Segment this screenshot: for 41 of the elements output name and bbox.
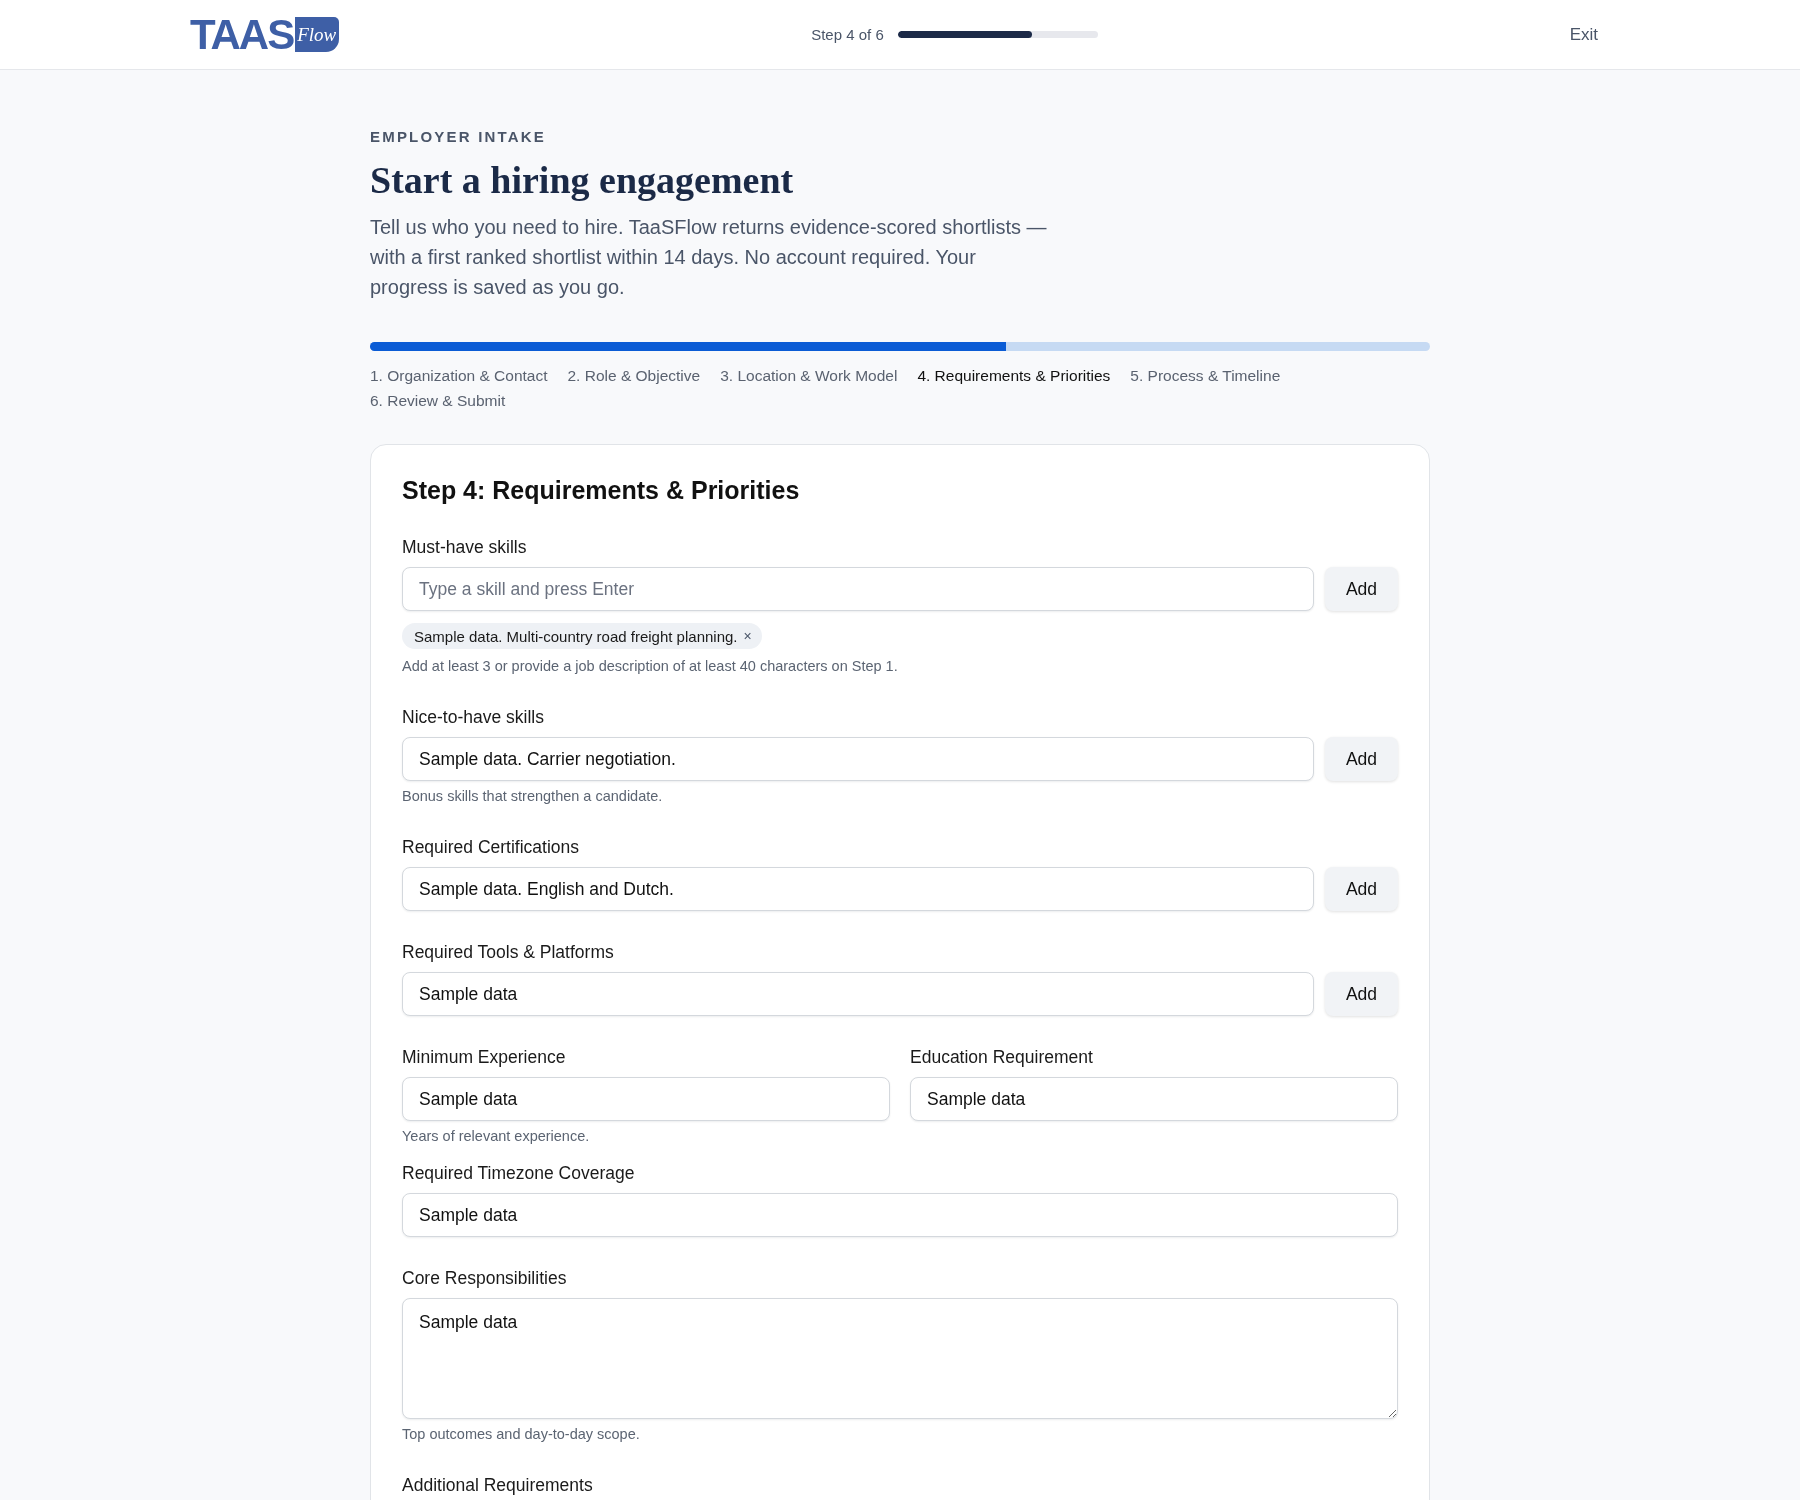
step-link[interactable]: 5. Process & Timeline (1130, 365, 1281, 387)
eyebrow-text: EMPLOYER INTAKE (370, 128, 548, 146)
field-label: Core Responsibilities (402, 1267, 568, 1289)
exit-link[interactable]: Exit (1569, 24, 1598, 45)
text-field[interactable]: Sample data (402, 972, 1314, 1016)
text-field[interactable]: Sample data (910, 1077, 1398, 1121)
page-title: Start a hiring engagement (370, 158, 795, 203)
intro-paragraph: Tell us who you need to hire. TaaSFlow returns evidence-scored shortlists — with a first ranked shortlist within 14 days. No account required. Your progress is saved as you go. (370, 215, 1048, 300)
text-field[interactable]: Sample data (402, 1193, 1398, 1237)
field-label: Required Tools & Platforms (402, 941, 615, 963)
add-button[interactable]: Add (1325, 867, 1398, 911)
field-label: Additional Requirements (402, 1474, 594, 1496)
add-button[interactable]: Add (1325, 567, 1398, 611)
field-label: Required Timezone Coverage (402, 1162, 636, 1184)
step-link[interactable]: 2. Role & Objective (567, 365, 701, 387)
field-label: Minimum Experience (402, 1046, 567, 1068)
text-field[interactable]: Sample data. Carrier negotiation. (402, 737, 1314, 781)
field-label: Nice-to-have skills (402, 706, 545, 728)
remove-tag-button[interactable]: × (743, 629, 752, 643)
step-link[interactable]: 1. Organization & Contact (370, 365, 548, 387)
logo-script[interactable]: Flow (295, 17, 340, 52)
helper-text: Bonus skills that strengthen a candidate. (402, 787, 664, 806)
step-link[interactable]: 4. Requirements & Priorities (917, 365, 1111, 387)
add-button[interactable]: Add (1325, 737, 1398, 781)
text-field[interactable]: Sample data. English and Dutch. (402, 867, 1314, 911)
helper-text: Years of relevant experience. (402, 1127, 591, 1146)
add-button[interactable]: Add (1325, 972, 1398, 1016)
step-counter: Step 4 of 6 (811, 26, 884, 43)
step-link[interactable]: 6. Review & Submit (370, 390, 506, 412)
form-title: Step 4: Requirements & Priorities (402, 475, 801, 505)
helper-text: Top outcomes and day-to-day scope. (402, 1425, 641, 1444)
tag-label: Sample data. Multi-country road freight planning. (414, 627, 738, 645)
logo-wordmark[interactable]: TAAS (190, 13, 294, 56)
text-field[interactable]: Sample data (402, 1077, 890, 1121)
helper-text: Add at least 3 or provide a job description of at least 40 characters on Step 1. (402, 657, 899, 676)
field-label: Education Requirement (910, 1046, 1094, 1068)
field-label: Required Certifications (402, 836, 581, 858)
text-area[interactable]: Sample data (402, 1298, 1398, 1419)
step-link[interactable]: 3. Location & Work Model (720, 365, 898, 387)
field-label: Must-have skills (402, 536, 528, 558)
text-field[interactable]: Type a skill and press Enter (402, 567, 1314, 611)
